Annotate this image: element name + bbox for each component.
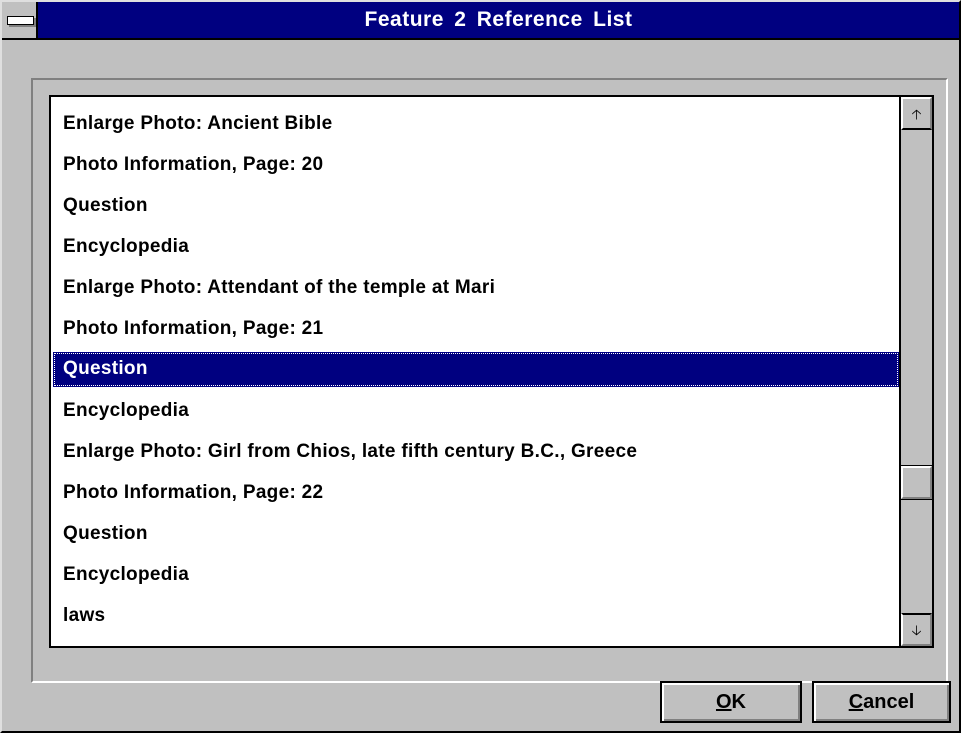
title-bar[interactable]: Feature 2 Reference List [2,2,959,40]
ok-label-rest: K [731,690,746,713]
list-item[interactable]: Encyclopedia [51,554,899,595]
dash-icon [7,16,34,25]
cancel-button[interactable]: Cancel [812,681,951,723]
cancel-label-rest: ancel [863,690,915,713]
list-items: Enlarge Photo: Ancient Bible Photo Inform… [51,103,899,644]
list-item[interactable]: Enlarge Photo: Ancient Bible [51,103,899,144]
arrow-up-icon: 🡡 [911,105,922,122]
scroll-up-button[interactable]: 🡡 [901,97,932,130]
list-item[interactable]: Question [51,513,899,554]
reference-listbox[interactable]: Enlarge Photo: Ancient Bible Photo Inform… [49,95,934,648]
scroll-thumb[interactable] [900,465,933,500]
ok-mnemonic: O [715,690,732,713]
cancel-mnemonic: C [848,690,864,713]
list-item-selected[interactable]: Question [53,352,899,387]
list-item[interactable]: Photo Information, Page: 22 [51,472,899,513]
window-title: Feature 2 Reference List [364,8,633,31]
list-item[interactable]: laws [51,595,899,636]
list-item[interactable]: Photo Information, Page: 20 [51,144,899,185]
list-item[interactable]: Enlarge Photo: Attendant of the temple a… [51,267,899,308]
system-menu-button[interactable] [2,2,38,38]
list-item[interactable]: Encyclopedia [51,226,899,267]
vertical-scrollbar[interactable]: 🡡 🡣 [899,97,933,646]
list-item[interactable]: Enlarge Photo: Girl from Chios, late fif… [51,431,899,472]
list-item[interactable]: Question [51,185,899,226]
ok-button[interactable]: OK [660,681,802,723]
scroll-track[interactable] [900,130,933,611]
list-item[interactable]: Photo Information, Page: 21 [51,308,899,349]
list-item[interactable]: Encyclopedia [51,390,899,431]
scroll-down-button[interactable]: 🡣 [901,613,932,646]
arrow-down-icon: 🡣 [911,621,922,638]
